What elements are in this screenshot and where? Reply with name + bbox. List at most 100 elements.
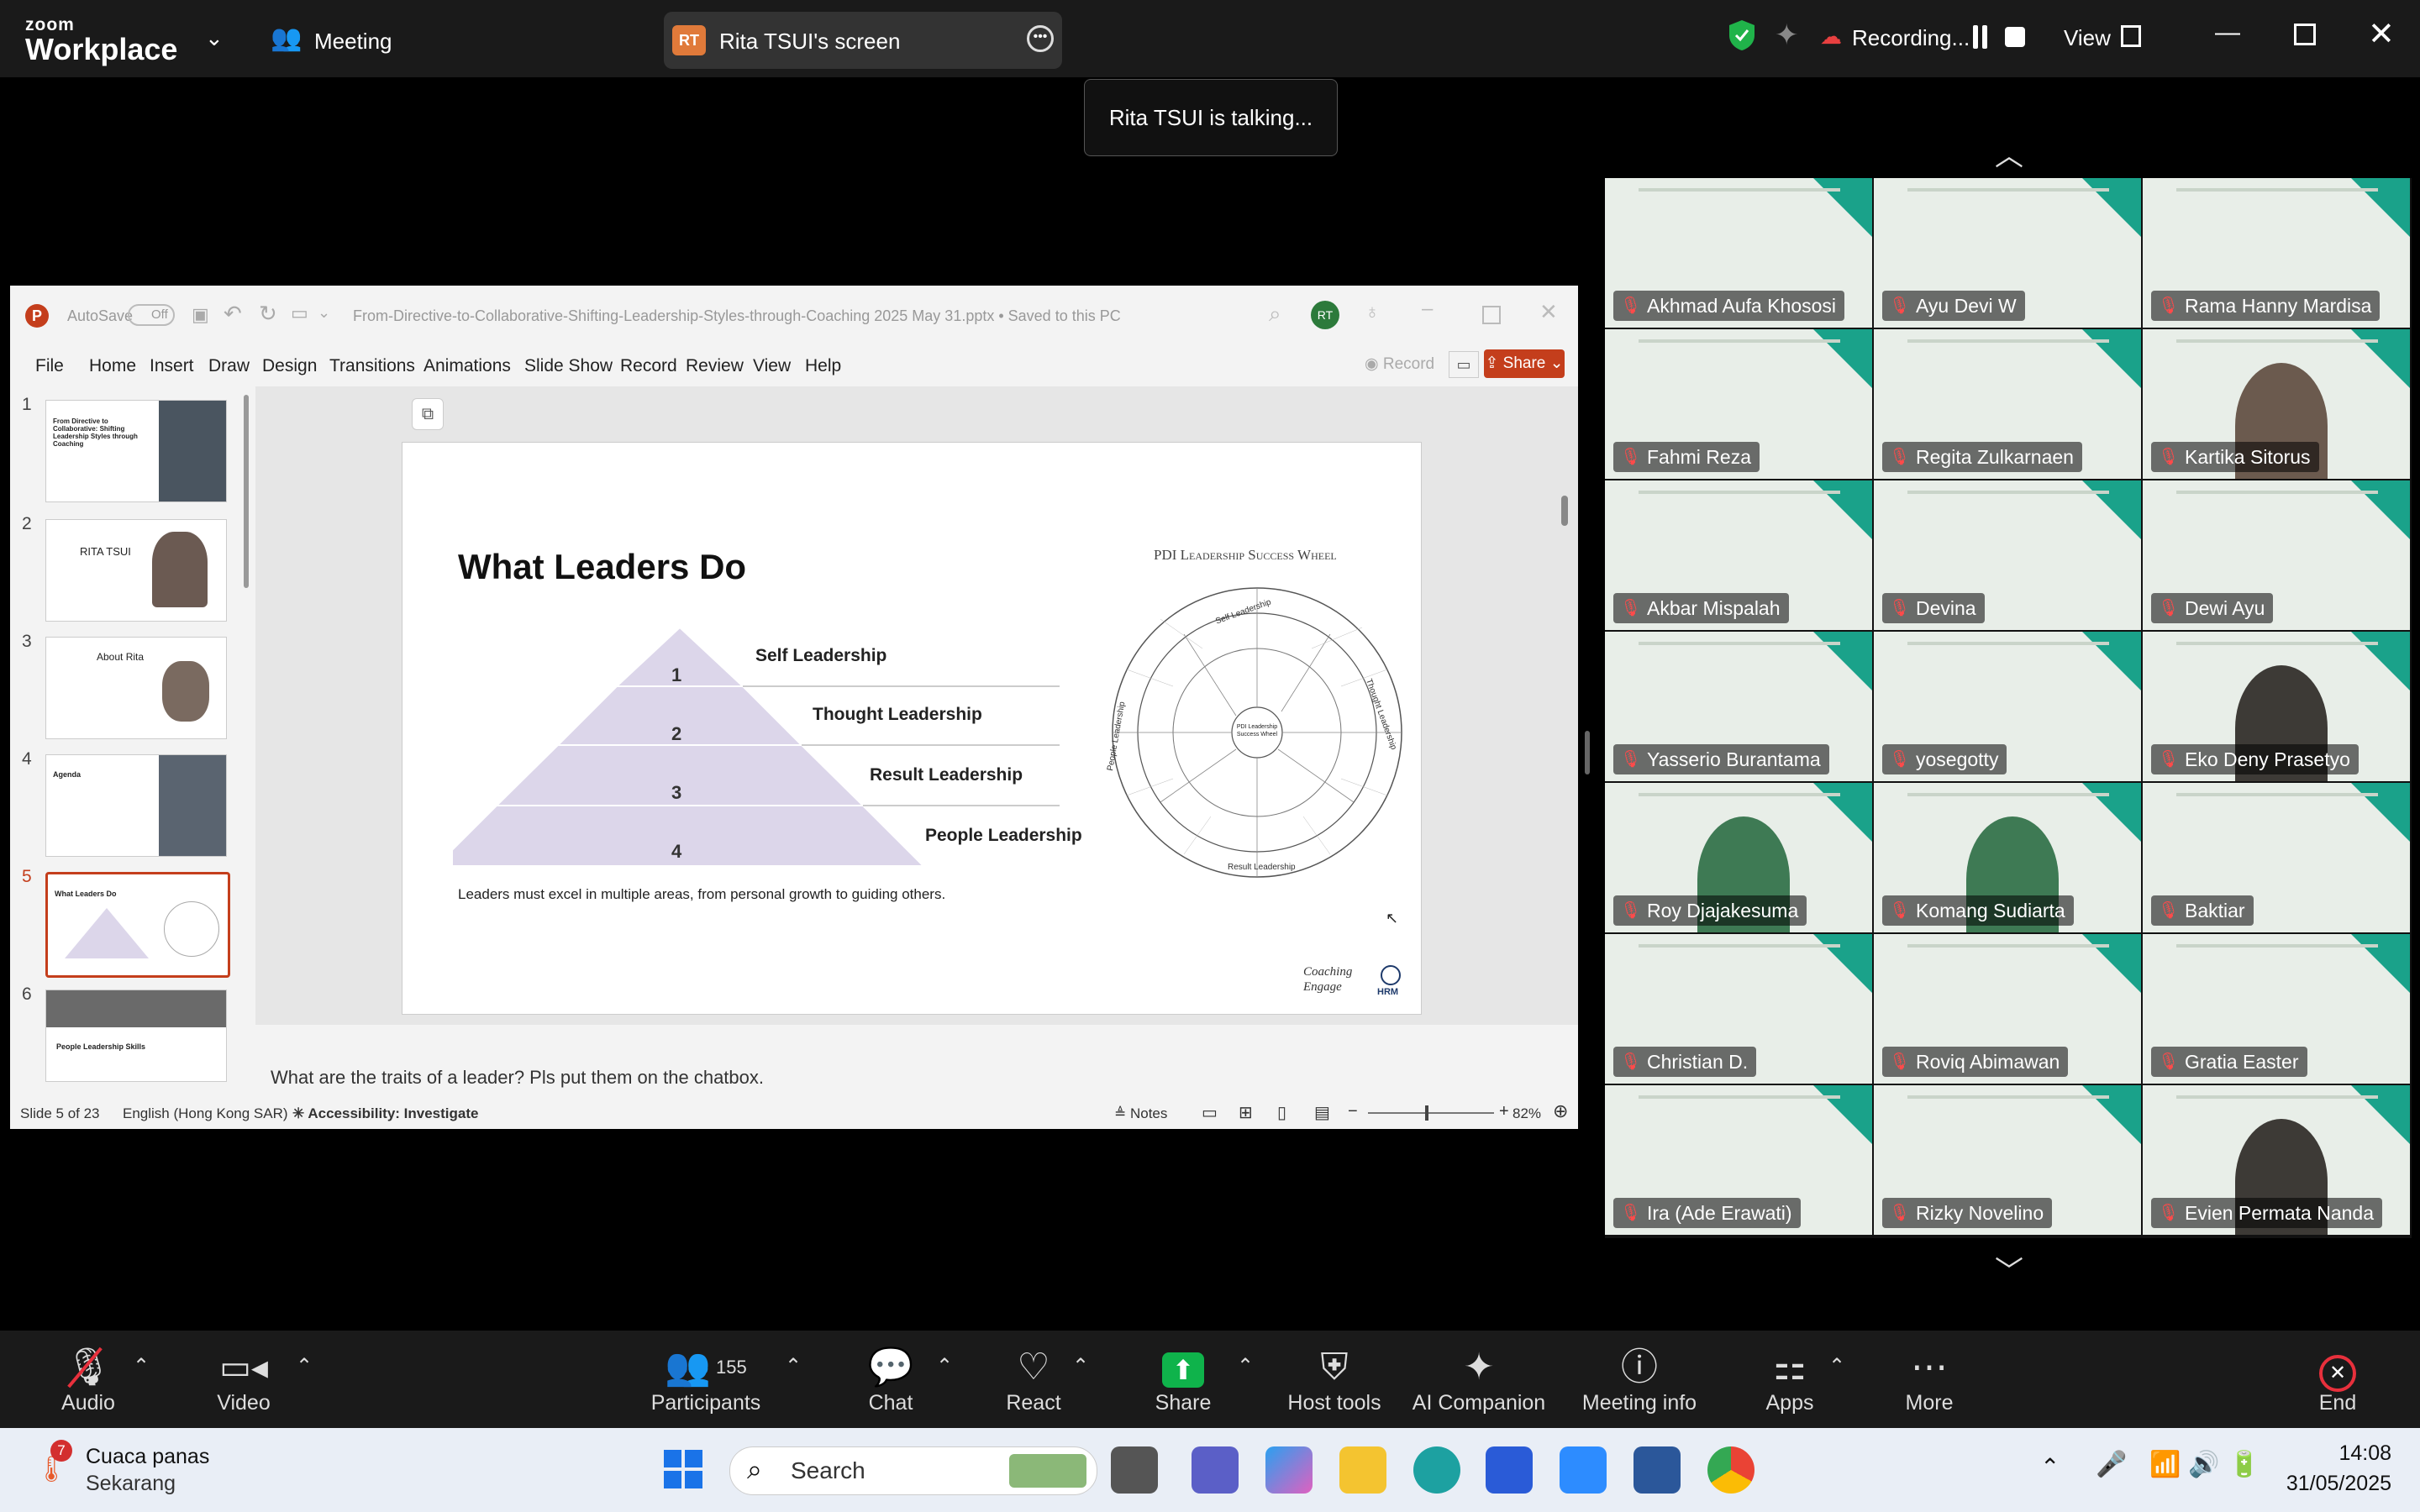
chat-button[interactable]: 💬 Chat	[857, 1331, 924, 1428]
view-grid-icon[interactable]	[2121, 25, 2141, 47]
more-button[interactable]: ⋯ More	[1896, 1331, 1963, 1428]
participant-tile[interactable]: Komang Sudiarta 🎙	[1874, 783, 2141, 932]
stop-recording-icon[interactable]	[2005, 27, 2025, 47]
tab-design[interactable]: Design	[262, 356, 317, 376]
slide-thumbnail[interactable]: People Leadership Skills	[45, 990, 227, 1082]
fit-to-window-icon[interactable]: ⊕	[1553, 1100, 1568, 1122]
copilot-icon[interactable]	[1265, 1446, 1313, 1494]
tab-transitions[interactable]: Transitions	[329, 356, 415, 376]
close-icon[interactable]: ✕	[2368, 15, 2395, 53]
participant-tile[interactable]: Yasserio Burantama 🎙	[1605, 632, 1872, 781]
normal-view-icon[interactable]: ▭	[1202, 1102, 1218, 1123]
word-icon[interactable]	[1634, 1446, 1681, 1494]
teams-icon[interactable]	[1192, 1446, 1239, 1494]
participant-tile[interactable]: Gratia Easter 🎙	[2143, 934, 2410, 1084]
zoom-level[interactable]: 82%	[1512, 1105, 1541, 1122]
more-options-icon[interactable]: •••	[1027, 25, 1054, 52]
participant-tile[interactable]: Eko Deny Prasetyo 🎙	[2143, 632, 2410, 781]
chat-chevron-icon[interactable]: ⌃	[936, 1354, 953, 1378]
speaker-notes[interactable]: What are the traits of a leader? Pls put…	[255, 1058, 1578, 1097]
participant-tile[interactable]: Christian D. 🎙	[1605, 934, 1872, 1084]
gallery-scroll-down-icon[interactable]: ﹀	[1995, 1248, 2023, 1289]
slide-sorter-icon[interactable]: ⊞	[1239, 1102, 1253, 1123]
current-slide[interactable]: What Leaders Do 1 Self Leadership 2 Thou…	[402, 442, 1422, 1015]
tab-insert[interactable]: Insert	[150, 356, 194, 376]
slide-thumbnail[interactable]: Agenda	[45, 754, 227, 857]
start-windows-icon[interactable]	[664, 1450, 702, 1488]
react-button[interactable]: ♡ React	[1000, 1331, 1067, 1428]
share-button[interactable]: ⇪ Share ⌄	[1484, 349, 1565, 378]
minimize-icon[interactable]: —	[2215, 18, 2240, 47]
user-avatar[interactable]: RT	[1311, 301, 1339, 329]
lightbulb-icon[interactable]: ♁	[1365, 301, 1380, 324]
tab-home[interactable]: Home	[89, 356, 136, 376]
meeting-label[interactable]: Meeting	[314, 29, 392, 55]
slide-thumbnail[interactable]: RITA TSUI	[45, 519, 227, 622]
end-meeting-button[interactable]: ✕ End	[2304, 1331, 2371, 1428]
tab-file[interactable]: File	[35, 356, 64, 376]
participant-tile[interactable]: Dewi Ayu 🎙	[2143, 480, 2410, 630]
thumbnail-scrollbar[interactable]	[244, 395, 249, 588]
battery-icon[interactable]: 🔋	[2228, 1450, 2260, 1479]
video-options-chevron-icon[interactable]: ⌃	[296, 1354, 313, 1378]
host-tools-button[interactable]: ⛨ Host tools	[1277, 1331, 1392, 1428]
participant-tile[interactable]: Devina 🎙	[1874, 480, 2141, 630]
share-chevron-icon[interactable]: ⌃	[1237, 1354, 1254, 1378]
audio-button[interactable]: 🎙 Audio	[42, 1331, 134, 1428]
designer-icon[interactable]: ⧉	[412, 398, 444, 430]
tab-draw[interactable]: Draw	[208, 356, 250, 376]
share-screen-button[interactable]: ⬆ Share	[1150, 1331, 1217, 1428]
undo-icon[interactable]: ↶	[224, 301, 242, 327]
participant-tile[interactable]: Akhmad Aufa Khososi 🎙	[1605, 178, 1872, 328]
save-icon[interactable]: ▣	[192, 304, 209, 326]
participant-tile[interactable]: Kartika Sitorus 🎙	[2143, 329, 2410, 479]
audio-options-chevron-icon[interactable]: ⌃	[133, 1354, 150, 1378]
tab-view[interactable]: View	[753, 356, 791, 376]
participant-tile[interactable]: Rama Hanny Mardisa 🎙	[2143, 178, 2410, 328]
search-icon[interactable]: ⌕	[1269, 301, 1281, 328]
participant-tile[interactable]: Roviq Abimawan 🎙	[1874, 934, 2141, 1084]
participant-tile[interactable]: Baktiar 🎙	[2143, 783, 2410, 932]
zoom-app-icon[interactable]	[1560, 1446, 1607, 1494]
participant-tile[interactable]: Akbar Mispalah 🎙	[1605, 480, 1872, 630]
clock-time[interactable]: 14:08	[2316, 1441, 2391, 1466]
record-button[interactable]: ◉ Record	[1365, 354, 1434, 374]
zoom-in-icon[interactable]: +	[1499, 1102, 1509, 1121]
slide-thumbnail[interactable]: About Rita	[45, 637, 227, 739]
participant-tile[interactable]: Ayu Devi W 🎙	[1874, 178, 2141, 328]
task-view-icon[interactable]	[1111, 1446, 1158, 1494]
participant-tile[interactable]: Regita Zulkarnaen 🎙	[1874, 329, 2141, 479]
participant-tile[interactable]: Ira (Ade Erawati) 🎙	[1605, 1085, 1872, 1235]
gallery-scroll-up-icon[interactable]: ︿	[1995, 133, 2023, 174]
clock-date[interactable]: 31/05/2025	[2265, 1472, 2391, 1496]
tray-overflow-chevron-icon[interactable]: ⌃	[2040, 1453, 2060, 1481]
ppt-close-icon[interactable]: ✕	[1539, 299, 1558, 325]
customize-icon[interactable]: ⌄	[318, 304, 330, 322]
whiteboard-app-icon[interactable]	[1486, 1446, 1533, 1494]
meeting-info-button[interactable]: ⓘ Meeting info	[1576, 1331, 1702, 1428]
participant-tile[interactable]: Evien Permata Nanda 🎙	[2143, 1085, 2410, 1235]
edge-browser-icon[interactable]	[1413, 1446, 1460, 1494]
presenter-view-icon[interactable]: ▤	[1314, 1102, 1330, 1123]
weather-widget[interactable]: 🌡 7 Cuaca panas Sekarang	[29, 1440, 222, 1497]
zoom-slider-thumb[interactable]	[1425, 1105, 1428, 1121]
comments-icon[interactable]: ▭	[1449, 351, 1479, 378]
redo-icon[interactable]: ↻	[259, 301, 277, 327]
participant-tile[interactable]: yosegotty 🎙	[1874, 632, 2141, 781]
ppt-minimize-icon[interactable]: –	[1422, 297, 1433, 321]
reading-view-icon[interactable]: ▯	[1277, 1102, 1286, 1123]
microphone-icon[interactable]: 🎤	[2096, 1450, 2127, 1479]
chevron-down-icon[interactable]: ⌄	[205, 25, 224, 51]
tab-slide-show[interactable]: Slide Show	[524, 356, 613, 376]
video-button[interactable]: ▭◂ Video	[202, 1331, 286, 1428]
tab-record[interactable]: Record	[620, 356, 677, 376]
document-filename[interactable]: From-Directive-to-Collaborative-Shifting…	[353, 307, 1121, 325]
zoom-slider[interactable]	[1368, 1105, 1494, 1121]
participants-button[interactable]: 👥 155 Participants	[647, 1331, 765, 1428]
autosave-toggle[interactable]: Off	[128, 304, 175, 326]
taskbar-search-box[interactable]: ⌕ Search	[729, 1446, 1097, 1495]
participant-tile[interactable]: Rizky Novelino 🎙	[1874, 1085, 2141, 1235]
panel-resize-handle[interactable]	[1585, 731, 1590, 774]
zoom-out-icon[interactable]: −	[1348, 1102, 1358, 1121]
canvas-scrollbar[interactable]	[1561, 496, 1568, 526]
